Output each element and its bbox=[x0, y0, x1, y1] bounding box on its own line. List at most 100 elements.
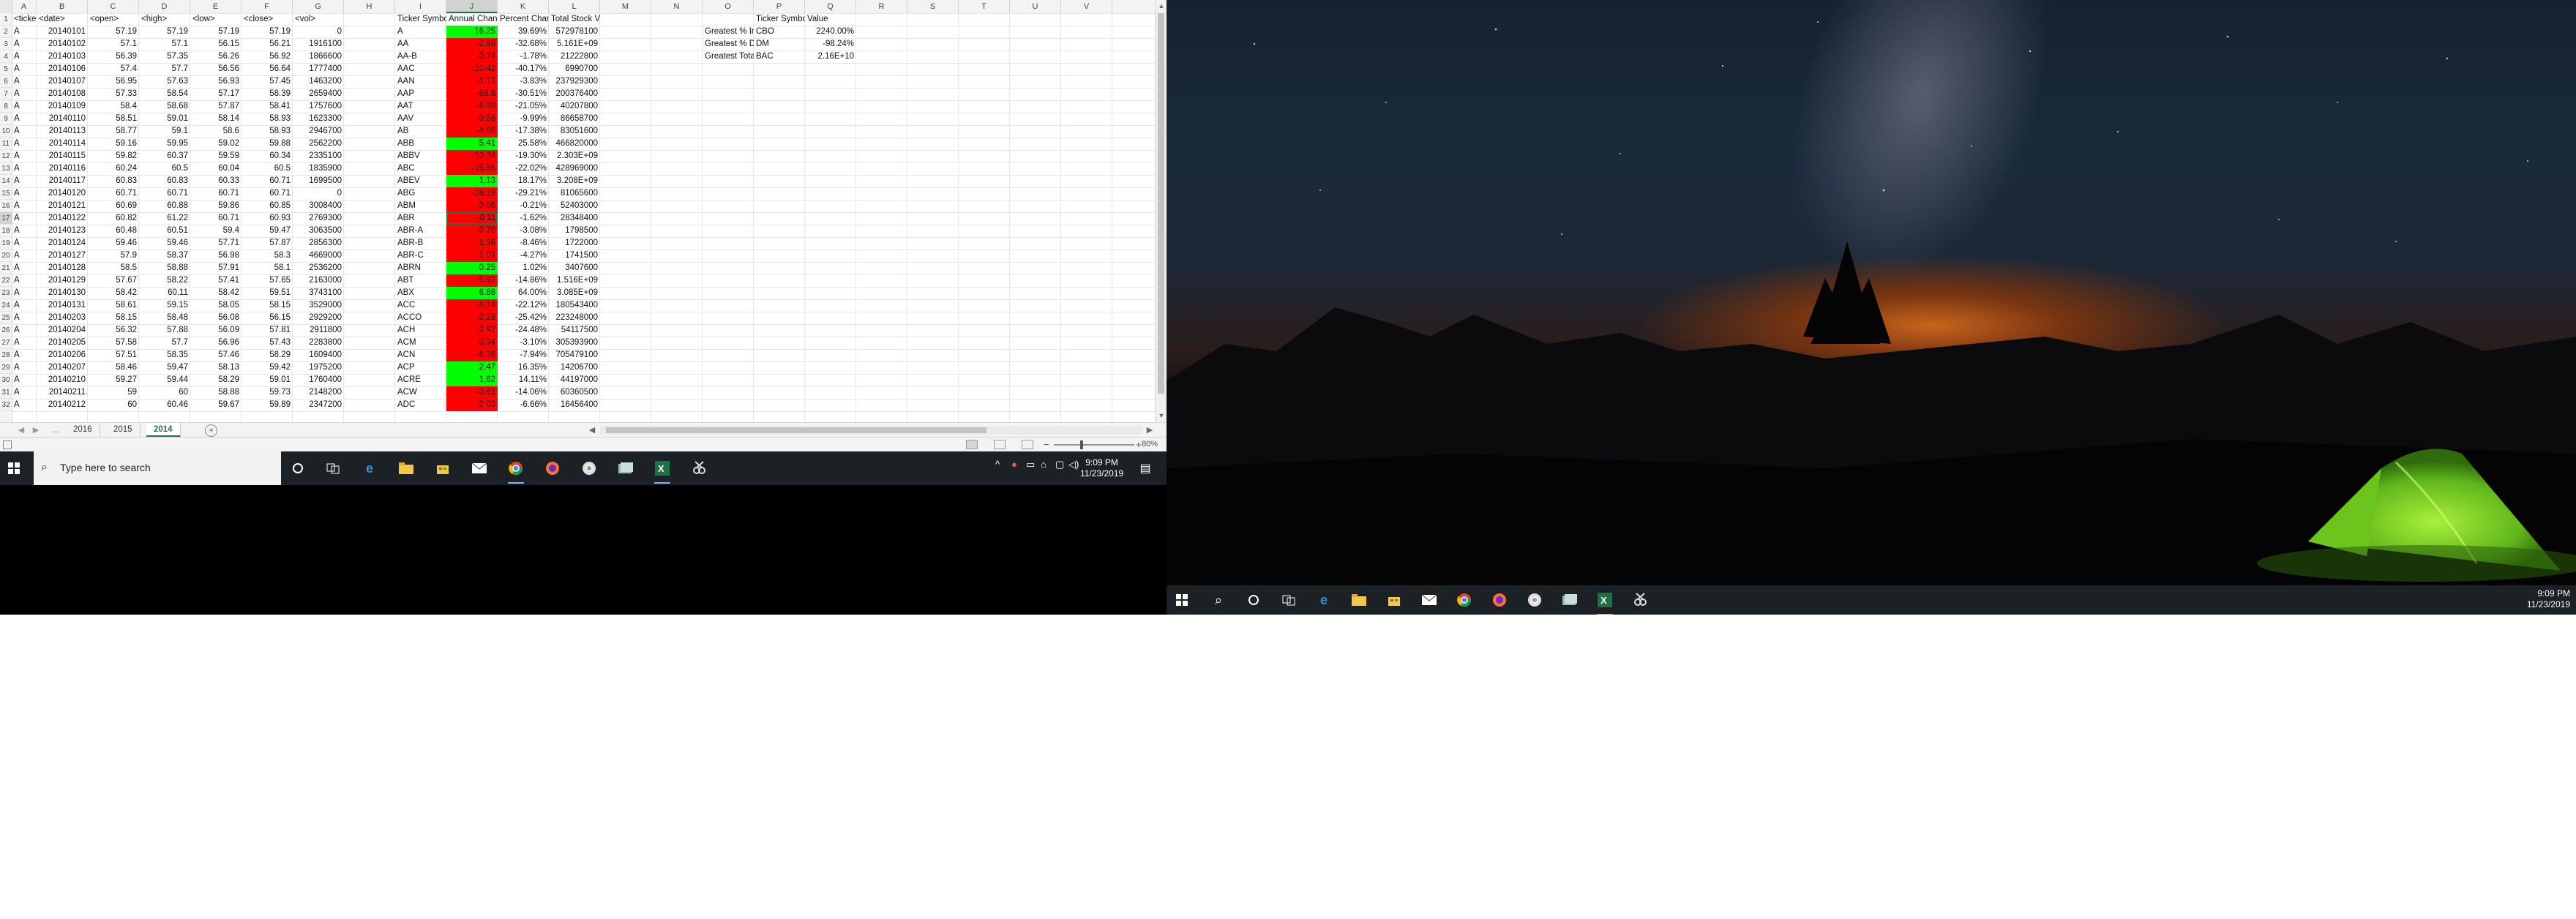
percent-change-cell[interactable]: -29.21% bbox=[498, 187, 549, 200]
add-sheet-icon[interactable]: + bbox=[205, 424, 217, 437]
percent-change-cell[interactable]: -22.12% bbox=[498, 299, 549, 312]
data-cell-c[interactable]: 60.69 bbox=[88, 200, 139, 212]
data-cell-a[interactable]: A bbox=[12, 100, 37, 113]
data-cell-b[interactable]: 20140102 bbox=[37, 38, 88, 50]
header-cell-e[interactable]: <low> bbox=[190, 13, 242, 26]
data-cell-b[interactable]: 20140109 bbox=[37, 100, 88, 113]
ticker-symbol-cell[interactable]: ABR bbox=[395, 212, 446, 225]
annual-change-cell[interactable]: -2.88 bbox=[446, 38, 498, 50]
annual-change-cell[interactable]: -1.13 bbox=[446, 75, 498, 88]
data-cell-c[interactable]: 59.46 bbox=[88, 237, 139, 250]
ticker-symbol-cell[interactable]: AAT bbox=[395, 100, 446, 113]
data-cell-f[interactable]: 59.51 bbox=[242, 287, 293, 299]
percent-change-cell[interactable]: 39.69% bbox=[498, 26, 549, 38]
header-cell-i[interactable]: Ticker Symbol bbox=[395, 13, 446, 26]
data-cell-b[interactable]: 20140121 bbox=[37, 200, 88, 212]
windows-start-icon-secondary[interactable] bbox=[1171, 589, 1193, 611]
data-cell-e[interactable]: 57.41 bbox=[190, 274, 242, 287]
total-volume-cell[interactable]: 60360500 bbox=[549, 386, 600, 399]
data-cell-d[interactable]: 61.22 bbox=[139, 212, 190, 225]
data-cell-d[interactable]: 60.46 bbox=[139, 399, 190, 411]
annual-change-cell[interactable]: -0.58 bbox=[446, 113, 498, 125]
data-cell-e[interactable]: 57.71 bbox=[190, 237, 242, 250]
annual-change-cell[interactable]: 5.41 bbox=[446, 138, 498, 150]
data-cell-g[interactable]: 2946700 bbox=[293, 125, 344, 138]
percent-change-cell[interactable]: -30.51% bbox=[498, 88, 549, 100]
task-view-icon[interactable] bbox=[322, 457, 344, 479]
data-cell-c[interactable]: 59.82 bbox=[88, 150, 139, 162]
row-header[interactable]: 4 bbox=[0, 50, 12, 63]
row-header[interactable]: 5 bbox=[0, 63, 12, 75]
data-cell-g[interactable]: 2283800 bbox=[293, 337, 344, 349]
data-cell-e[interactable]: 59.59 bbox=[190, 150, 242, 162]
column-header-t[interactable]: T bbox=[959, 0, 1010, 13]
scroll-down-icon[interactable]: ▼ bbox=[1156, 410, 1167, 421]
ticker-symbol-cell[interactable]: ACRE bbox=[395, 374, 446, 386]
network-icon[interactable]: ⌂ bbox=[1041, 459, 1046, 470]
data-cell-g[interactable]: 3008400 bbox=[293, 200, 344, 212]
data-cell-g[interactable]: 2536200 bbox=[293, 262, 344, 274]
next-sheet-icon[interactable]: ▶ bbox=[29, 423, 42, 438]
data-cell-g[interactable]: 2929200 bbox=[293, 312, 344, 324]
file-manager-icon[interactable] bbox=[615, 457, 637, 479]
annual-change-cell[interactable]: -0.78 bbox=[446, 225, 498, 237]
data-cell-d[interactable]: 58.35 bbox=[139, 349, 190, 361]
percent-change-cell[interactable]: -1.78% bbox=[498, 50, 549, 63]
total-volume-cell[interactable]: 44197000 bbox=[549, 374, 600, 386]
data-cell-e[interactable]: 59.67 bbox=[190, 399, 242, 411]
row-header[interactable]: 27 bbox=[0, 337, 12, 349]
mail-icon-secondary[interactable] bbox=[1418, 589, 1440, 611]
data-cell-c[interactable]: 60.82 bbox=[88, 212, 139, 225]
data-cell-c[interactable]: 56.39 bbox=[88, 50, 139, 63]
header-cell-c[interactable]: <open> bbox=[88, 13, 139, 26]
data-cell-e[interactable]: 56.08 bbox=[190, 312, 242, 324]
row-header[interactable]: 2 bbox=[0, 26, 12, 38]
data-cell-g[interactable]: 1760400 bbox=[293, 374, 344, 386]
data-cell-e[interactable]: 58.05 bbox=[190, 299, 242, 312]
data-cell-d[interactable]: 60.5 bbox=[139, 162, 190, 175]
data-cell-e[interactable]: 58.42 bbox=[190, 287, 242, 299]
data-cell-f[interactable]: 57.43 bbox=[242, 337, 293, 349]
data-cell-d[interactable]: 57.63 bbox=[139, 75, 190, 88]
total-volume-cell[interactable]: 1.516E+09 bbox=[549, 274, 600, 287]
action-center-icon[interactable]: ▤ bbox=[1134, 457, 1156, 479]
data-cell-g[interactable]: 1623300 bbox=[293, 113, 344, 125]
windows-start-icon[interactable] bbox=[3, 457, 25, 479]
data-cell-c[interactable]: 59.27 bbox=[88, 374, 139, 386]
data-cell-f[interactable]: 58.29 bbox=[242, 349, 293, 361]
row-header[interactable]: 22 bbox=[0, 274, 12, 287]
ticker-symbol-cell[interactable]: AAN bbox=[395, 75, 446, 88]
header-cell-a[interactable]: <ticker> bbox=[12, 13, 37, 26]
data-cell-d[interactable]: 60.37 bbox=[139, 150, 190, 162]
data-cell-e[interactable]: 57.91 bbox=[190, 262, 242, 274]
percent-change-cell[interactable]: -19.30% bbox=[498, 150, 549, 162]
data-cell-a[interactable]: A bbox=[12, 312, 37, 324]
data-cell-d[interactable]: 59.46 bbox=[139, 237, 190, 250]
annual-change-cell[interactable]: -0.06 bbox=[446, 200, 498, 212]
percent-change-cell[interactable]: -6.66% bbox=[498, 399, 549, 411]
column-header-v[interactable]: V bbox=[1061, 0, 1112, 13]
row-header[interactable]: 23 bbox=[0, 287, 12, 299]
data-cell-b[interactable]: 20140116 bbox=[37, 162, 88, 175]
header-cell-g[interactable]: <vol> bbox=[293, 13, 344, 26]
data-cell-g[interactable]: 3063500 bbox=[293, 225, 344, 237]
row-header[interactable]: 30 bbox=[0, 374, 12, 386]
data-cell-d[interactable]: 59.44 bbox=[139, 374, 190, 386]
data-cell-b[interactable]: 20140122 bbox=[37, 212, 88, 225]
horizontal-scroll-thumb[interactable] bbox=[606, 427, 986, 433]
percent-change-cell[interactable]: -3.10% bbox=[498, 337, 549, 349]
row-header[interactable]: 6 bbox=[0, 75, 12, 88]
data-cell-e[interactable]: 60.71 bbox=[190, 212, 242, 225]
row-header[interactable]: 24 bbox=[0, 299, 12, 312]
ticker-symbol-cell[interactable]: AAP bbox=[395, 88, 446, 100]
annual-change-cell[interactable]: -8.14 bbox=[446, 299, 498, 312]
data-cell-a[interactable]: A bbox=[12, 212, 37, 225]
data-cell-d[interactable]: 57.7 bbox=[139, 63, 190, 75]
hscroll-right-icon[interactable]: ▶ bbox=[1143, 423, 1156, 438]
data-cell-f[interactable]: 59.01 bbox=[242, 374, 293, 386]
taskbar-clock[interactable]: 9:09 PM 11/23/2019 bbox=[1080, 457, 1123, 479]
data-cell-d[interactable]: 58.88 bbox=[139, 262, 190, 274]
data-cell-e[interactable]: 56.98 bbox=[190, 250, 242, 262]
total-volume-cell[interactable]: 28348400 bbox=[549, 212, 600, 225]
ticker-symbol-cell[interactable]: AAV bbox=[395, 113, 446, 125]
